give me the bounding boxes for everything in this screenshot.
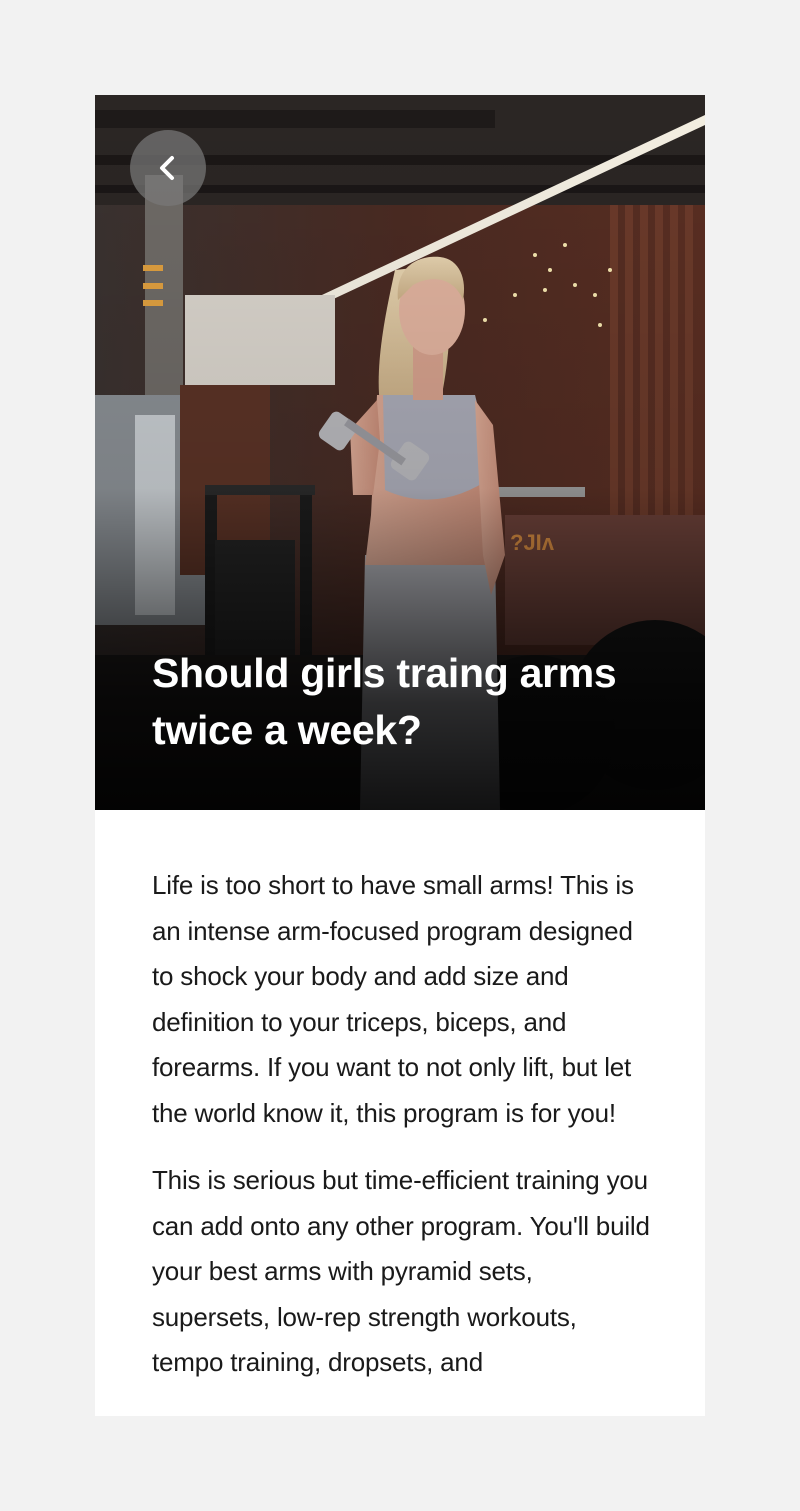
article-screen: ?JIᴧ xyxy=(95,95,705,1416)
article-body: Life is too short to have small arms! Th… xyxy=(152,863,652,1408)
article-paragraph: Life is too short to have small arms! Th… xyxy=(152,870,634,1128)
chevron-left-icon xyxy=(160,156,174,180)
back-button[interactable] xyxy=(130,130,206,206)
article-paragraph: This is serious but time-efficient train… xyxy=(152,1165,650,1377)
article-title: Should girls traing arms twice a week? xyxy=(152,650,617,753)
hero-image: ?JIᴧ xyxy=(95,95,705,810)
